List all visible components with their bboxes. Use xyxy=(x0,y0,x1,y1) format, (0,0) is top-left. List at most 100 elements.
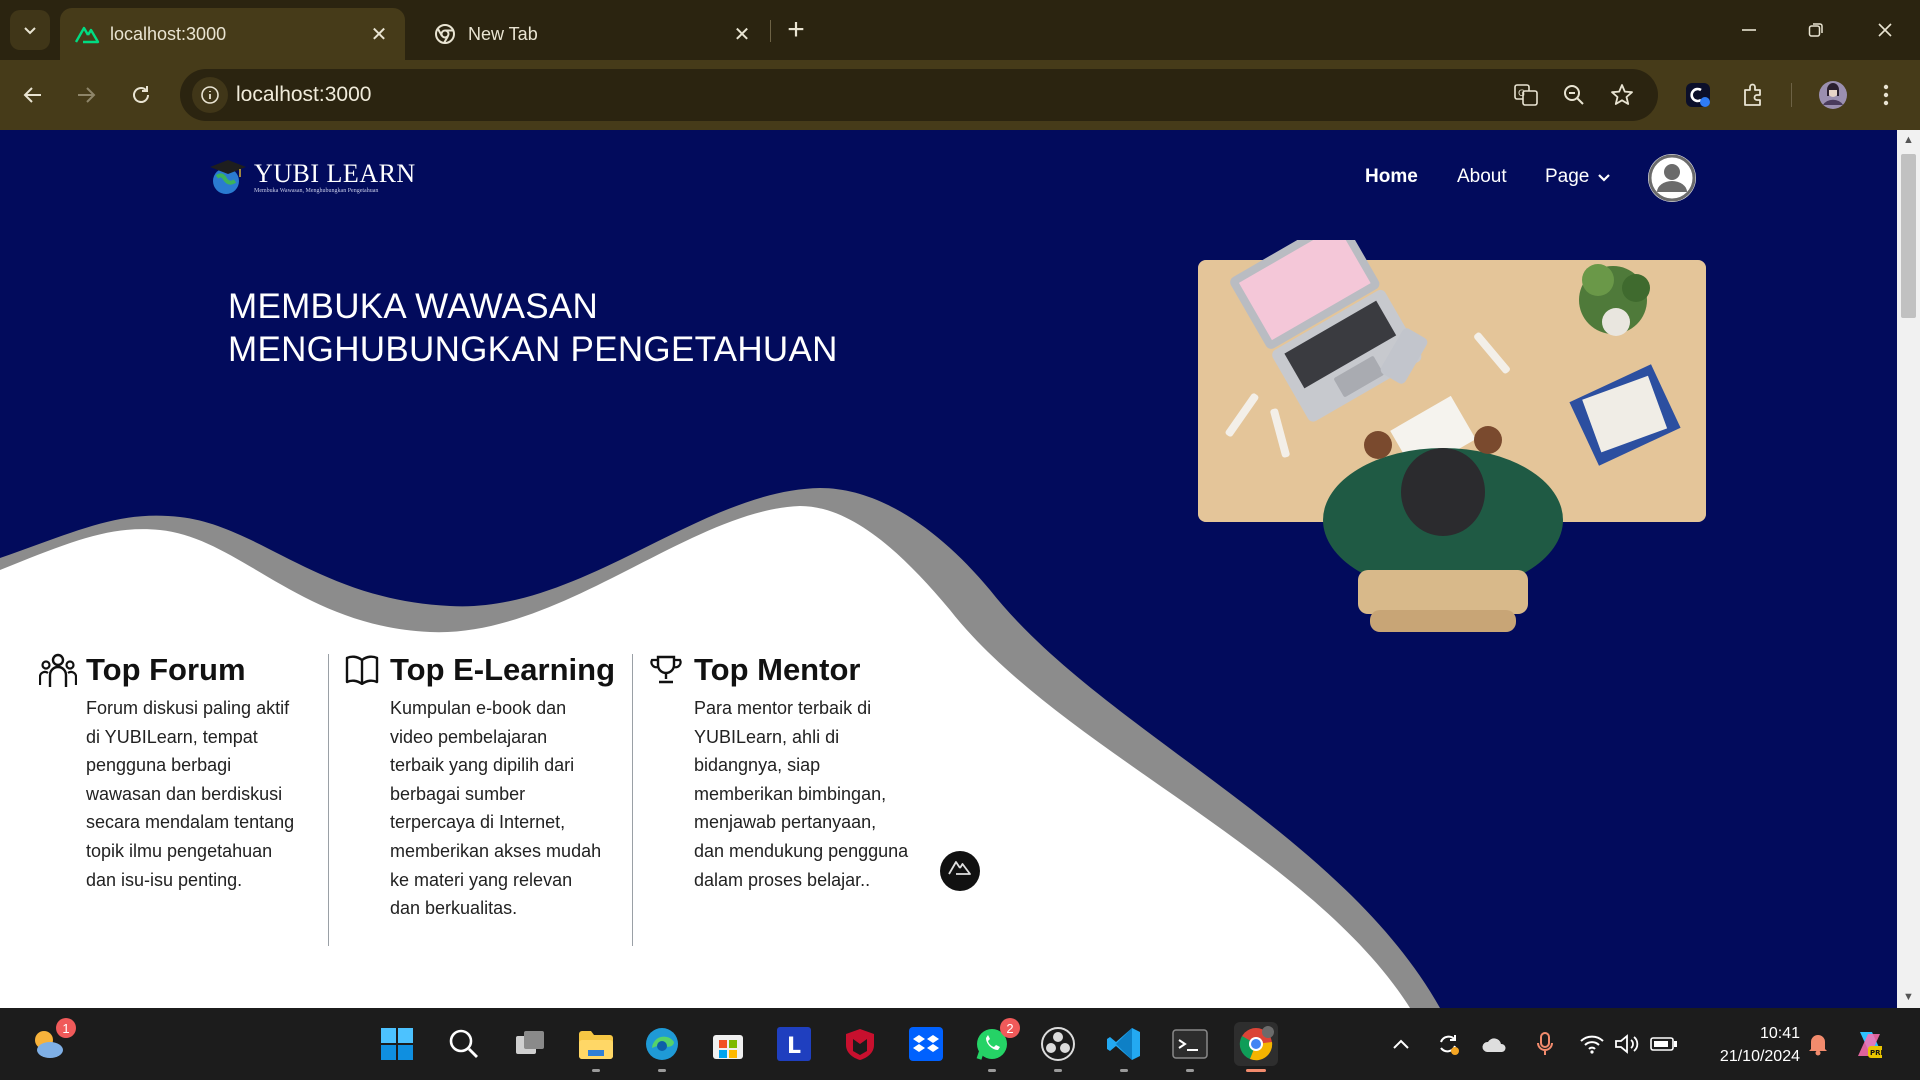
battery-tray-icon[interactable] xyxy=(1650,1030,1678,1058)
browser-tab-bar: localhost:3000 ✕ New Tab ✕ + xyxy=(0,0,1920,60)
logo-tagline: Membuka Wawasan, Menghubungkan Pengetahu… xyxy=(254,187,379,194)
onedrive-tray-icon[interactable] xyxy=(1481,1030,1509,1058)
file-explorer-button[interactable] xyxy=(574,1022,618,1072)
store-icon xyxy=(713,1035,743,1059)
notification-badge: 2 xyxy=(1000,1018,1020,1038)
microphone-tray-icon[interactable] xyxy=(1531,1030,1559,1058)
nav-about[interactable]: About xyxy=(1457,166,1507,188)
taskbar-clock[interactable]: 10:41 21/10/2024 xyxy=(1688,1022,1800,1068)
nav-home[interactable]: Home xyxy=(1365,166,1418,188)
site-logo[interactable]: YUBI LEARN Membuka Wawasan, Menghubungka… xyxy=(208,157,416,197)
notification-bell-button[interactable] xyxy=(1804,1030,1832,1058)
new-tab-button[interactable]: + xyxy=(778,12,814,48)
microsoft-store-button[interactable] xyxy=(706,1022,750,1066)
tab-localhost[interactable]: localhost:3000 ✕ xyxy=(60,8,405,60)
dropbox-button[interactable] xyxy=(904,1022,948,1066)
minimize-icon xyxy=(1742,29,1756,31)
wifi-tray-icon[interactable] xyxy=(1578,1030,1606,1058)
running-indicator xyxy=(1246,1069,1266,1072)
browser-toolbar: localhost:3000 G xyxy=(0,60,1920,130)
feature-description: Para mentor terbaik di YUBILearn, ahli d… xyxy=(694,698,909,890)
whatsapp-button[interactable]: 2 xyxy=(970,1018,1020,1072)
page-scrollbar[interactable]: ▲ ▼ xyxy=(1897,130,1920,1008)
search-icon xyxy=(449,1029,478,1058)
start-button[interactable] xyxy=(375,1022,419,1066)
profile-avatar-icon[interactable] xyxy=(1815,77,1851,113)
address-bar[interactable]: localhost:3000 G xyxy=(180,69,1658,121)
l-app-button[interactable]: L xyxy=(772,1022,816,1066)
tab-divider xyxy=(770,20,771,42)
arrow-left-icon xyxy=(23,87,41,103)
user-avatar-button[interactable] xyxy=(1648,154,1696,202)
nuxt-logo-icon xyxy=(948,861,971,875)
terminal-button[interactable] xyxy=(1168,1022,1212,1072)
feature-top-forum[interactable]: Top Forum Forum diskusi paling aktif di … xyxy=(38,650,338,894)
close-icon[interactable]: ✕ xyxy=(367,22,391,46)
feature-top-elearning[interactable]: Top E-Learning Kumpulan e-book dan video… xyxy=(342,650,642,923)
running-indicator xyxy=(658,1069,666,1072)
logo-title: YUBI LEARN xyxy=(254,158,416,188)
chevron-down-icon xyxy=(1598,174,1611,182)
obs-icon xyxy=(1041,1027,1075,1061)
show-hidden-icons-button[interactable] xyxy=(1387,1030,1415,1058)
restore-button[interactable] xyxy=(1783,8,1849,52)
wifi-icon xyxy=(1580,1035,1604,1054)
windows-logo-icon xyxy=(381,1028,413,1060)
close-icon xyxy=(1878,23,1892,37)
scroll-down-icon[interactable]: ▼ xyxy=(1902,991,1915,1004)
tab-new-tab[interactable]: New Tab ✕ xyxy=(418,8,768,60)
vscode-icon xyxy=(1107,1028,1140,1060)
reload-button[interactable] xyxy=(121,75,161,115)
nuxt-devtools-button[interactable] xyxy=(940,851,980,891)
microphone-icon xyxy=(1537,1032,1553,1055)
svg-text:G: G xyxy=(1518,89,1525,99)
kebab-menu-icon[interactable] xyxy=(1868,77,1904,113)
edge-button[interactable] xyxy=(640,1022,684,1072)
cloud-icon xyxy=(1482,1038,1506,1052)
widgets-weather-button[interactable]: 1 xyxy=(26,1018,76,1066)
nav-page-label: Page xyxy=(1545,166,1590,187)
clock-time: 10:41 xyxy=(1759,1025,1800,1042)
minimize-button[interactable] xyxy=(1716,8,1782,52)
scrollbar-thumb[interactable] xyxy=(1901,154,1916,318)
tab-search-button[interactable] xyxy=(10,10,50,50)
obs-button[interactable] xyxy=(1036,1022,1080,1072)
translate-icon[interactable]: G xyxy=(1510,79,1542,111)
scroll-up-icon[interactable]: ▲ xyxy=(1902,134,1915,147)
address-url[interactable]: localhost:3000 xyxy=(236,83,371,107)
feature-top-mentor[interactable]: Top Mentor Para mentor terbaik di YUBILe… xyxy=(646,650,946,894)
nav-page-dropdown[interactable]: Page xyxy=(1545,166,1611,188)
feature-title: Top Mentor xyxy=(694,652,861,687)
close-icon[interactable]: ✕ xyxy=(730,22,754,46)
restore-icon xyxy=(1808,23,1823,37)
volume-tray-icon[interactable] xyxy=(1613,1030,1641,1058)
mcafee-button[interactable] xyxy=(838,1022,882,1066)
terminal-icon xyxy=(1172,1029,1208,1059)
site-info-button[interactable] xyxy=(192,77,228,113)
bell-icon xyxy=(1809,1035,1827,1056)
l-app-icon: L xyxy=(777,1027,811,1061)
forward-button[interactable] xyxy=(66,75,106,115)
chrome-button[interactable] xyxy=(1234,1022,1278,1072)
volume-icon xyxy=(1615,1034,1639,1054)
search-button[interactable] xyxy=(442,1022,486,1066)
toolbar-divider xyxy=(1791,83,1792,107)
task-view-button[interactable] xyxy=(508,1022,552,1066)
feature-divider xyxy=(328,654,329,946)
extensions-puzzle-icon[interactable] xyxy=(1735,77,1771,113)
sync-tray-icon[interactable] xyxy=(1434,1030,1462,1058)
extension-app-icon[interactable] xyxy=(1680,77,1716,113)
close-window-button[interactable] xyxy=(1852,8,1918,52)
copilot-button[interactable]: PRE xyxy=(1854,1030,1882,1058)
back-button[interactable] xyxy=(13,75,53,115)
reload-icon xyxy=(133,86,149,103)
zoom-icon[interactable] xyxy=(1558,79,1590,111)
book-open-icon xyxy=(342,650,382,690)
bookmark-star-icon[interactable] xyxy=(1606,79,1638,111)
feature-title: Top Forum xyxy=(86,652,246,687)
hero-desk-illustration xyxy=(1198,240,1706,632)
copilot-icon: PRE xyxy=(1858,1032,1882,1058)
vscode-button[interactable] xyxy=(1102,1022,1146,1072)
nuxt-favicon-icon xyxy=(74,21,100,47)
arrow-right-icon xyxy=(78,87,96,103)
